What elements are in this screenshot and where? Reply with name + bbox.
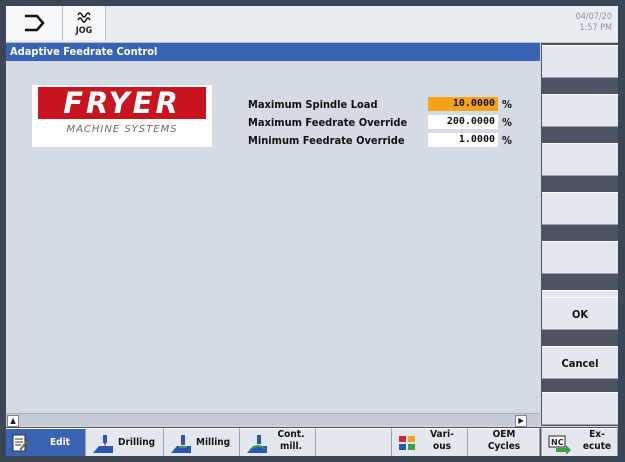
logo-subtitle: MACHINE SYSTEMS [66, 124, 178, 135]
oem-line-1: OEM [492, 429, 516, 440]
param-label: Minimum Feedrate Override [248, 134, 405, 147]
contour-milling-label: Cont. mill. [274, 429, 308, 453]
various-line-2: ous [433, 441, 451, 452]
max-feedrate-override-field[interactable]: 200.0000 [428, 115, 498, 129]
param-row-max-feedrate-override: Maximum Feedrate Override 200.0000 % [248, 115, 518, 130]
scroll-up-icon[interactable]: ▲ [7, 415, 19, 427]
edit-icon [12, 434, 28, 452]
various-label: Vari-ous [422, 429, 462, 453]
horizontal-scrollbar[interactable]: ▲ ▶ [6, 413, 540, 427]
drilling-softkey[interactable]: Drilling [86, 428, 164, 456]
execute-softkey[interactable]: NC Ex-ecute [541, 428, 618, 456]
window-title-bar: Adaptive Feedrate Control [6, 43, 540, 61]
various-icon [399, 436, 415, 450]
vertical-softkey-9[interactable] [542, 392, 618, 425]
execute-line-2: ecute [582, 441, 612, 452]
vertical-softkey-4[interactable] [542, 192, 618, 225]
contour-milling-icon [247, 435, 267, 453]
param-unit: % [502, 116, 512, 129]
contour-milling-softkey[interactable]: Cont. mill. [240, 428, 316, 456]
content-area: FRYER MACHINE SYSTEMS Maximum Spindle Lo… [6, 61, 540, 413]
scroll-right-icon[interactable]: ▶ [515, 415, 527, 427]
param-label: Maximum Feedrate Override [248, 116, 408, 129]
top-bar: JOG 04/07/20 1:57 PM [6, 6, 618, 43]
oem-line-2: Cycles [487, 441, 521, 452]
svg-text:NC: NC [551, 438, 564, 447]
machine-area-button[interactable] [6, 6, 63, 40]
param-unit: % [502, 134, 512, 147]
window-title: Adaptive Feedrate Control [10, 45, 158, 58]
logo-name: FRYER [63, 86, 181, 120]
jog-label: JOG [75, 26, 93, 36]
contour-milling-line-1: Cont. [277, 429, 305, 440]
param-row-max-spindle-load: Maximum Spindle Load 10.0000 % [248, 97, 518, 112]
execute-label: Ex-ecute [578, 429, 616, 453]
fryer-logo: FRYER MACHINE SYSTEMS [32, 85, 212, 147]
date-time: 04/07/20 1:57 PM [576, 12, 612, 34]
horizontal-softkey-bar: Edit Drilling Milling Cont. mill. Vari- … [6, 427, 618, 456]
various-softkey[interactable]: Vari-ous [392, 428, 468, 456]
drilling-icon [93, 435, 113, 453]
param-unit: % [502, 98, 512, 111]
vertical-softkey-1[interactable] [542, 45, 618, 78]
vertical-softkey-5[interactable] [542, 241, 618, 274]
jog-icon [77, 12, 91, 23]
min-feedrate-override-field[interactable]: 1.0000 [428, 133, 498, 147]
empty-softkey[interactable] [316, 428, 392, 456]
jog-mode-button[interactable]: JOG [63, 6, 106, 40]
execute-line-1: Ex- [589, 429, 605, 440]
edit-label: Edit [50, 437, 70, 448]
param-row-min-feedrate-override: Minimum Feedrate Override 1.0000 % [248, 133, 518, 148]
cancel-button[interactable]: Cancel [542, 346, 618, 379]
vertical-softkey-2[interactable] [542, 94, 618, 127]
date-text: 04/07/20 [575, 12, 612, 22]
milling-icon [171, 435, 191, 453]
logo-wordmark: FRYER [38, 86, 206, 120]
oem-cycles-label: OEM Cycles [468, 429, 540, 453]
param-label: Maximum Spindle Load [248, 98, 378, 111]
drilling-label: Drilling [118, 437, 156, 448]
oem-cycles-softkey[interactable]: OEM Cycles [468, 428, 540, 456]
nc-execute-icon: NC [548, 435, 571, 454]
milling-softkey[interactable]: Milling [164, 428, 240, 456]
edit-softkey[interactable]: Edit [6, 428, 86, 456]
time-text: 1:57 PM [579, 23, 612, 33]
machine-area-icon [25, 14, 45, 32]
ok-button[interactable]: OK [542, 297, 618, 330]
various-line-1: Vari- [430, 429, 454, 440]
milling-label: Milling [196, 437, 231, 448]
vertical-softkey-3[interactable] [542, 143, 618, 176]
contour-milling-line-2: mill. [279, 441, 303, 452]
vertical-softkey-bar: OK Cancel [541, 43, 618, 426]
hmi-screen: JOG 04/07/20 1:57 PM Adaptive Feedrate C… [6, 6, 618, 456]
max-spindle-load-field[interactable]: 10.0000 [428, 97, 498, 111]
